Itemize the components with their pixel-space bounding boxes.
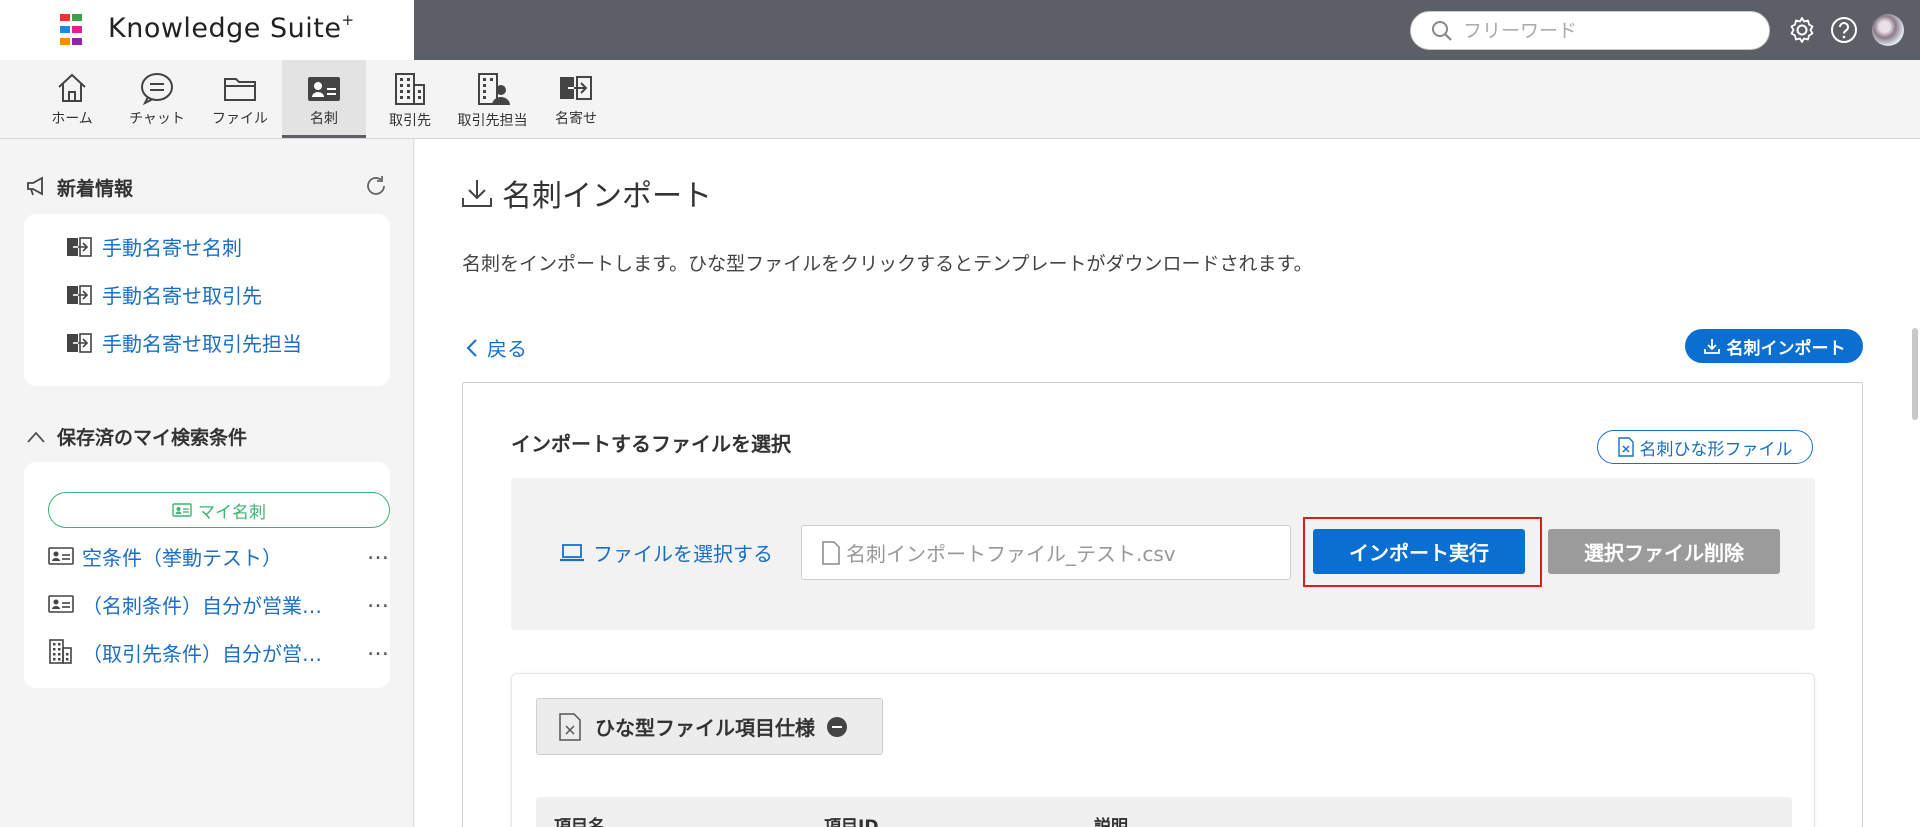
nav-merge-label: 名寄せ — [555, 111, 597, 127]
file-icon — [822, 540, 840, 565]
excel-file-icon — [1617, 437, 1634, 457]
template-spec-label: ひな型ファイル項目仕様 — [595, 716, 815, 740]
template-spec-toggle[interactable]: ひな型ファイル項目仕様 — [536, 698, 883, 755]
nav-chat[interactable]: チャット — [122, 60, 192, 138]
selected-file-field: 名刺インポートファイル_テスト.csv — [801, 525, 1291, 580]
back-label: 戻る — [487, 337, 527, 361]
app-name: Knowledge Suite+ — [108, 11, 355, 44]
column-header: 項目ID — [824, 817, 879, 827]
selected-file-name: 名刺インポートファイル_テスト.csv — [846, 542, 1176, 566]
nav-company[interactable]: 取引先 — [380, 60, 440, 138]
excel-file-icon — [559, 712, 581, 741]
merge-icon — [67, 284, 92, 305]
saved-search-card: マイ名刺 空条件（挙動テスト） … （名刺条件）自分が営業担当 … （取引先条件… — [24, 462, 390, 688]
building-icon — [49, 639, 72, 664]
more-menu-icon[interactable]: … — [367, 588, 390, 613]
nav-file-label: ファイル — [212, 111, 268, 127]
page-description: 名刺をインポートします。ひな型ファイルをクリックするとテンプレートがダウンロード… — [462, 253, 1313, 275]
news-card: 手動名寄せ名刺 手動名寄せ取引先 手動名寄せ取引先担当 — [24, 214, 390, 386]
column-header: 項目名 — [554, 817, 605, 827]
import-execute-button[interactable]: インポート実行 — [1313, 529, 1525, 574]
choose-file-link[interactable]: ファイルを選択する — [559, 538, 773, 567]
chevron-up-icon[interactable] — [26, 429, 46, 448]
my-card-label: マイ名刺 — [198, 502, 266, 523]
search-input[interactable] — [1463, 20, 1753, 42]
file-select-panel: ファイルを選択する 名刺インポートファイル_テスト.csv インポート実行 選択… — [511, 478, 1815, 630]
news-item-label: 手動名寄せ取引先担当 — [102, 332, 302, 356]
more-menu-icon[interactable]: … — [367, 636, 390, 661]
saved-condition-item[interactable]: （名刺条件）自分が営業担当 … — [48, 586, 390, 622]
import-box: インポートするファイルを選択 名刺ひな形ファイル ファイルを選択する 名刺インポ… — [462, 382, 1863, 827]
nav-chat-label: チャット — [129, 111, 185, 127]
column-header: 説明 — [1094, 817, 1128, 827]
saved-condition-item[interactable]: （取引先条件）自分が営業担当 … — [48, 634, 390, 670]
merge-icon — [67, 332, 92, 353]
download-icon — [1703, 339, 1720, 354]
saved-condition-label: 空条件（挙動テスト） — [82, 545, 282, 570]
chat-icon — [141, 73, 173, 105]
news-item-company-merge[interactable]: 手動名寄せ取引先 — [66, 280, 262, 309]
template-spec-card: ひな型ファイル項目仕様 項目名 項目ID 説明 — [511, 673, 1815, 827]
search-box[interactable] — [1410, 11, 1770, 50]
saved-search-title: 保存済のマイ検索条件 — [57, 427, 248, 449]
gear-icon[interactable] — [1786, 14, 1818, 46]
home-icon — [58, 73, 86, 102]
scrollbar[interactable] — [1912, 328, 1918, 420]
laptop-icon — [560, 543, 584, 561]
merge-icon — [560, 76, 592, 100]
logo-mark-icon — [60, 14, 95, 46]
spec-table-header: 項目名 項目ID 説明 — [536, 797, 1792, 827]
nav-home[interactable]: ホーム — [42, 60, 102, 138]
more-menu-icon[interactable]: … — [367, 540, 390, 565]
card-import-label: 名刺インポート — [1726, 338, 1846, 359]
page-title-text: 名刺インポート — [502, 179, 712, 214]
template-file-button[interactable]: 名刺ひな形ファイル — [1597, 430, 1813, 464]
download-icon — [462, 180, 492, 207]
business-card-icon — [172, 503, 192, 517]
sidebar: 新着情報 手動名寄せ名刺 手動名寄せ取引先 手動名寄せ取引先担当 保存済のマイ検… — [0, 139, 414, 827]
saved-condition-label: （名刺条件）自分が営業担当 — [82, 593, 332, 618]
logo[interactable]: Knowledge Suite+ — [0, 0, 414, 60]
business-card-icon — [48, 547, 74, 565]
page-title: 名刺インポート — [460, 171, 712, 215]
news-title: 新着情報 — [57, 178, 134, 200]
chevron-left-icon — [466, 338, 477, 357]
news-item-contact-merge[interactable]: 手動名寄せ取引先担当 — [66, 328, 302, 357]
main-content: 名刺インポート 名刺をインポートします。ひな型ファイルをクリックするとテンプレー… — [415, 139, 1920, 827]
news-item-label: 手動名寄せ名刺 — [102, 236, 242, 260]
collapse-icon — [827, 716, 847, 737]
saved-condition-item[interactable]: 空条件（挙動テスト） … — [48, 538, 390, 574]
business-card-icon — [48, 595, 74, 613]
nav-file[interactable]: ファイル — [210, 60, 270, 138]
news-item-card-merge[interactable]: 手動名寄せ名刺 — [66, 232, 242, 261]
template-file-label: 名刺ひな形ファイル — [1639, 439, 1793, 460]
nav-company-contact[interactable]: 取引先担当 — [455, 60, 530, 138]
my-card-button[interactable]: マイ名刺 — [48, 492, 390, 528]
nav-merge[interactable]: 名寄せ — [546, 60, 606, 138]
search-icon — [1431, 20, 1453, 46]
nav-company-label: 取引先 — [389, 113, 431, 129]
choose-file-label: ファイルを選択する — [593, 542, 773, 566]
saved-condition-label: （取引先条件）自分が営業担当 — [82, 641, 332, 666]
main-nav: ホーム チャット ファイル 名刺 取引先 取引先担当 名寄せ — [0, 60, 1920, 139]
delete-selected-file-button[interactable]: 選択ファイル削除 — [1548, 529, 1780, 574]
nav-business-card-label: 名刺 — [310, 111, 338, 127]
business-card-icon — [308, 77, 340, 101]
section-title: インポートするファイルを選択 — [511, 432, 791, 456]
nav-business-card[interactable]: 名刺 — [282, 60, 366, 138]
folder-icon — [224, 78, 256, 101]
nav-company-contact-label: 取引先担当 — [457, 113, 528, 129]
help-icon[interactable] — [1828, 14, 1860, 46]
top-header: Knowledge Suite+ — [0, 0, 1920, 60]
refresh-icon[interactable] — [364, 174, 388, 202]
news-item-label: 手動名寄せ取引先 — [102, 284, 262, 308]
avatar[interactable] — [1872, 14, 1904, 46]
merge-icon — [67, 236, 92, 257]
nav-home-label: ホーム — [51, 111, 93, 127]
building-icon — [395, 73, 425, 105]
card-import-button[interactable]: 名刺インポート — [1685, 329, 1863, 363]
back-link[interactable]: 戻る — [465, 333, 527, 362]
megaphone-icon — [26, 175, 48, 201]
building-person-icon — [477, 73, 510, 105]
